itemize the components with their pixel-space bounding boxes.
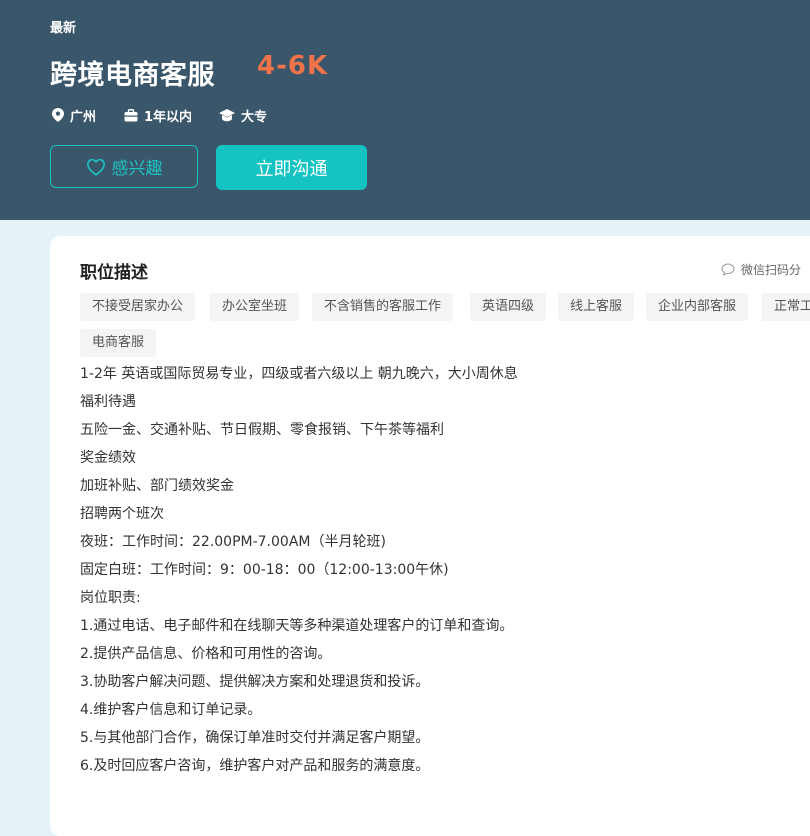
- description-line: 1-2年 英语或国际贸易专业，四级或者六级以上 朝九晚六，大小周休息: [80, 366, 518, 382]
- tag: 办公室坐班: [210, 293, 300, 321]
- description-line: 岗位职责:: [80, 590, 141, 606]
- tag: 正常工: [762, 293, 810, 321]
- salary: 4-6K: [257, 51, 329, 81]
- tag: 电商客服: [80, 329, 157, 357]
- heart-icon: [86, 158, 105, 176]
- description-line: 五险一金、交通补贴、节日假期、零食报销、下午茶等福利: [80, 422, 444, 438]
- education-info: 大专: [219, 105, 267, 125]
- description-line: 招聘两个班次: [80, 506, 164, 522]
- education-text: 大专: [241, 109, 268, 125]
- description-line: 2.提供产品信息、价格和可用性的咨询。: [80, 646, 332, 662]
- wechat-share[interactable]: 微信扫码分: [721, 261, 801, 278]
- tag: 不接受居家办公: [80, 293, 196, 321]
- tag: 企业内部客服: [646, 293, 749, 321]
- description-line: 6.及时回应客户咨询，维护客户对产品和服务的满意度。: [80, 758, 430, 774]
- experience-text: 1年以内: [144, 109, 193, 125]
- tag: 不含销售的客服工作: [312, 293, 454, 321]
- description-line: 福利待遇: [80, 394, 136, 410]
- description-line: 3.协助客户解决问题、提供解决方案和处理退货和投诉。: [80, 674, 430, 690]
- tag: 英语四级: [470, 293, 547, 321]
- section-title: 职位描述: [80, 263, 148, 283]
- tag: 线上客服: [558, 293, 635, 321]
- share-label: 微信扫码分: [741, 263, 802, 277]
- location-text: 广州: [70, 109, 97, 125]
- description-line: 1.通过电话、电子邮件和在线聊天等多种渠道处理客户的订单和查询。: [80, 618, 514, 634]
- job-title: 跨境电商客服: [50, 60, 215, 91]
- job-header: 最新 跨境电商客服 4-6K 广州 1年以内 大专 感兴趣 立即沟通: [0, 0, 810, 220]
- description-line: 4.维护客户信息和订单记录。: [80, 702, 262, 718]
- graduation-cap-icon: [219, 108, 235, 121]
- job-description-text: 1-2年 英语或国际贸易专业，四级或者六级以上 朝九晚六，大小周休息 福利待遇 …: [80, 360, 780, 780]
- description-line: 5.与其他部门合作，确保订单准时交付并满足客户期望。: [80, 730, 430, 746]
- new-badge: 最新: [50, 21, 77, 36]
- description-line: 加班补贴、部门绩效奖金: [80, 478, 234, 494]
- chat-bubble-icon: [721, 263, 735, 276]
- location-info: 广州: [52, 105, 96, 125]
- briefcase-icon: [124, 108, 138, 121]
- description-line: 固定白班：工作时间：9：00-18：00（12:00-13:00午休): [80, 562, 449, 578]
- chat-now-button[interactable]: 立即沟通: [216, 145, 367, 190]
- description-line: 夜班：工作时间：22.00PM-7.00AM（半月轮班): [80, 534, 386, 550]
- interest-label: 感兴趣: [111, 159, 163, 179]
- location-pin-icon: [52, 108, 64, 122]
- interest-button[interactable]: 感兴趣: [50, 145, 198, 188]
- description-line: 奖金绩效: [80, 450, 136, 466]
- experience-info: 1年以内: [124, 105, 192, 125]
